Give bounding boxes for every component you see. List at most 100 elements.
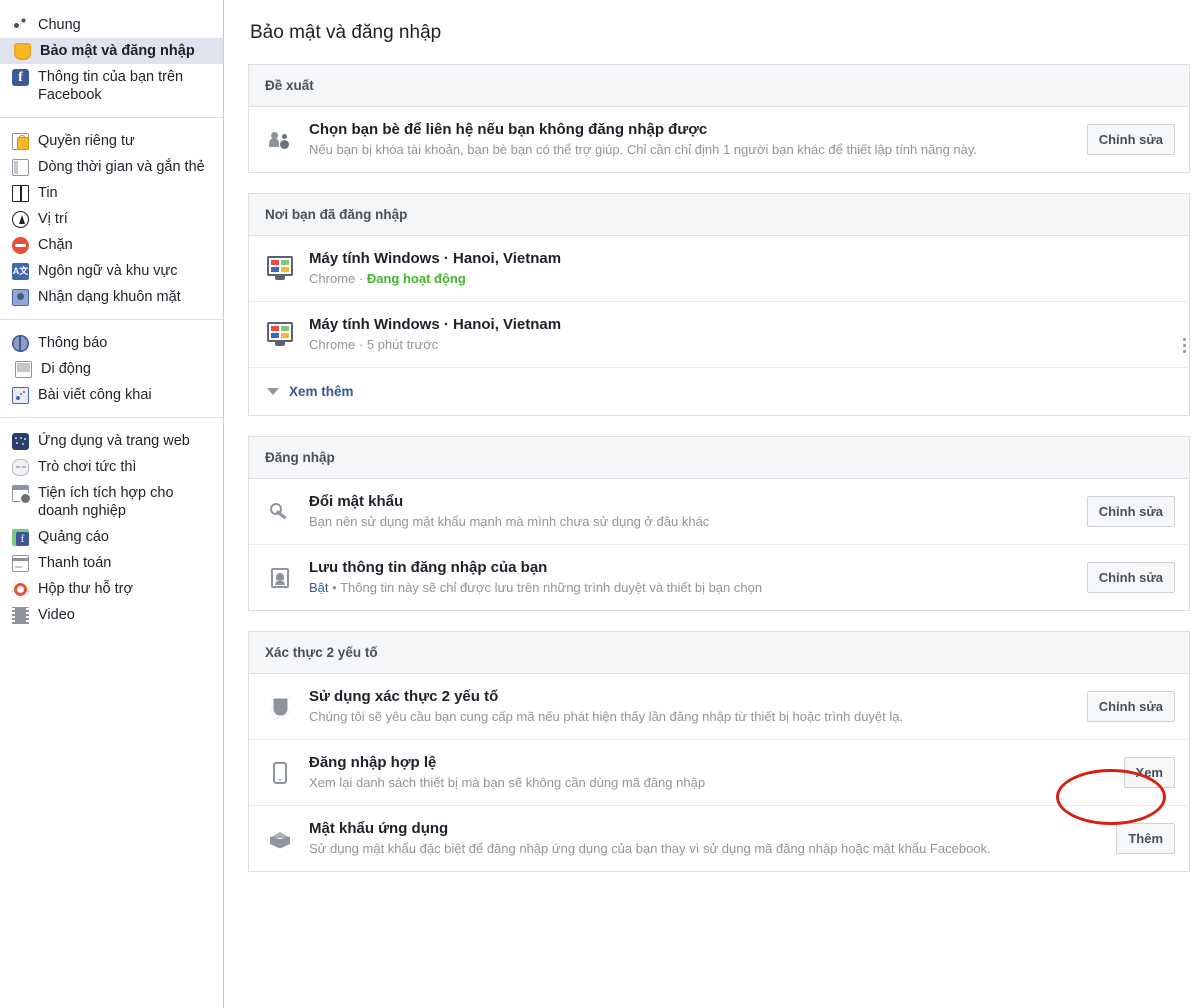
sidebar-group-apps: Ứng dụng và trang web Trò chơi tức thì T… bbox=[0, 417, 223, 637]
sidebar-item-label: Video bbox=[38, 607, 75, 623]
sidebar-item-quyen-rieng-tu[interactable]: Quyền riêng tư bbox=[0, 128, 223, 154]
card-header: Xác thực 2 yếu tố bbox=[249, 632, 1189, 674]
sidebar-item-tro-choi-tuc-thi[interactable]: Trò chơi tức thì bbox=[0, 454, 223, 480]
payment-icon bbox=[12, 555, 29, 572]
row-save-login-info: Lưu thông tin đăng nhập của bạn Bật • Th… bbox=[249, 544, 1189, 610]
row-description: Xem lại danh sách thiết bị mà bạn sẽ khô… bbox=[309, 775, 706, 790]
sidebar-item-video[interactable]: Video bbox=[0, 602, 223, 628]
sidebar-item-label: Tiện ích tích hợp cho doanh nghiệp bbox=[38, 485, 174, 519]
mobile-icon bbox=[15, 361, 32, 378]
row-action: Chỉnh sửa bbox=[1086, 562, 1175, 593]
sidebar-item-chung[interactable]: Chung bbox=[0, 12, 223, 38]
session-status: Đang hoạt động bbox=[366, 271, 466, 286]
session-meta: Chrome · Đang hoạt động bbox=[309, 270, 1161, 287]
edit-two-factor-button[interactable]: Chỉnh sửa bbox=[1086, 691, 1175, 722]
sidebar-item-label: Bảo mật và đăng nhập bbox=[40, 43, 195, 59]
save-login-detail: • Thông tin này sẽ chỉ được lưu trên nhữ… bbox=[332, 580, 763, 595]
sidebar-item-thong-bao[interactable]: Thông báo bbox=[0, 330, 223, 356]
sidebar-group-notifications: Thông báo Di động Bài viết công khai bbox=[0, 319, 223, 417]
edit-trusted-contacts-button[interactable]: Chỉnh sửa bbox=[1086, 124, 1175, 155]
business-integration-icon bbox=[12, 485, 30, 503]
row-description: Nếu bạn bị khóa tài khoản, bạn bè bạn có… bbox=[309, 142, 978, 157]
facebook-icon bbox=[12, 69, 29, 86]
language-icon bbox=[12, 263, 29, 280]
sidebar-item-vi-tri[interactable]: Vị trí bbox=[0, 206, 223, 232]
row-use-two-factor: Sử dụng xác thực 2 yếu tố Chúng tôi sẽ y… bbox=[249, 674, 1189, 739]
row-content: Mật khẩu ứng dụng Sử dụng mật khẩu đặc b… bbox=[309, 820, 1102, 857]
session-separator: · bbox=[358, 337, 364, 352]
view-authorized-logins-button[interactable]: Xem bbox=[1123, 757, 1175, 788]
sidebar-item-label: Quảng cáo bbox=[38, 529, 109, 545]
rss-icon bbox=[12, 387, 29, 404]
see-more-sessions-link[interactable]: Xem thêm bbox=[249, 367, 1189, 415]
sidebar-item-label: Trò chơi tức thì bbox=[38, 459, 137, 475]
sidebar-item-label: Di động bbox=[41, 361, 91, 377]
sidebar-item-chan[interactable]: Chặn bbox=[0, 232, 223, 258]
row-session-1: Máy tính Windows · Hanoi, Vietnam Chrome… bbox=[249, 236, 1189, 301]
lock-icon bbox=[12, 133, 29, 150]
key-icon bbox=[270, 502, 290, 522]
row-title: Lưu thông tin đăng nhập của bạn bbox=[309, 559, 548, 576]
location-icon bbox=[12, 211, 29, 228]
row-content: Đăng nhập hợp lệ Xem lại danh sách thiết… bbox=[309, 754, 1110, 791]
book-icon bbox=[12, 185, 29, 202]
shield-yellow-icon bbox=[14, 43, 31, 60]
save-login-state: Bật bbox=[309, 580, 329, 595]
edit-password-button[interactable]: Chỉnh sửa bbox=[1086, 496, 1175, 527]
sidebar-item-label: Nhận dạng khuôn mặt bbox=[38, 289, 181, 305]
sidebar-item-label: Ngôn ngữ và khu vực bbox=[38, 263, 178, 279]
sidebar-item-ngon-ngu[interactable]: Ngôn ngữ và khu vực bbox=[0, 258, 223, 284]
row-content: Đổi mật khẩu Bạn nên sử dụng mật khẩu mạ… bbox=[309, 493, 1073, 530]
sidebar-item-dong-thoi-gian[interactable]: Dòng thời gian và gắn thẻ bbox=[0, 154, 223, 180]
row-title: Đổi mật khẩu bbox=[309, 493, 404, 510]
ads-icon bbox=[12, 529, 29, 546]
lifebuoy-icon bbox=[12, 581, 29, 598]
windows-computer-icon bbox=[266, 255, 294, 282]
row-description: Bạn nên sử dụng mật khẩu mạnh mà mình ch… bbox=[309, 514, 710, 529]
session-device-title: Máy tính Windows · Hanoi, Vietnam bbox=[309, 316, 562, 333]
cube-icon bbox=[270, 828, 290, 850]
edit-save-login-button[interactable]: Chỉnh sửa bbox=[1086, 562, 1175, 593]
row-action: Chỉnh sửa bbox=[1086, 496, 1175, 527]
sidebar-item-di-dong[interactable]: Di động bbox=[0, 356, 223, 382]
friends-icon bbox=[269, 132, 291, 147]
sidebar-item-thong-tin-facebook[interactable]: Thông tin của bạn trên Facebook bbox=[0, 64, 223, 108]
sidebar-item-hop-thu-ho-tro[interactable]: Hộp thư hỗ trợ bbox=[0, 576, 223, 602]
card-two-factor: Xác thực 2 yếu tố Sử dụng xác thực 2 yếu… bbox=[248, 631, 1190, 872]
row-change-password: Đổi mật khẩu Bạn nên sử dụng mật khẩu mạ… bbox=[249, 479, 1189, 544]
block-icon bbox=[12, 237, 29, 254]
sidebar-item-quang-cao[interactable]: Quảng cáo bbox=[0, 524, 223, 550]
sidebar-group-account: Chung Bảo mật và đăng nhập Thông tin của… bbox=[0, 12, 223, 117]
sidebar-item-ung-dung-trang-web[interactable]: Ứng dụng và trang web bbox=[0, 428, 223, 454]
row-session-2: Máy tính Windows · Hanoi, Vietnam Chrome… bbox=[249, 301, 1189, 367]
row-title: Chọn bạn bè để liên hệ nếu bạn không đăn… bbox=[309, 121, 708, 138]
sidebar-item-label: Chặn bbox=[38, 237, 73, 253]
sidebar-item-tien-ich-tich-hop[interactable]: Tiện ích tích hợp cho doanh nghiệp bbox=[0, 480, 223, 524]
row-icon bbox=[265, 695, 295, 718]
face-recognition-icon bbox=[12, 289, 29, 306]
gamepad-icon bbox=[12, 459, 29, 476]
row-icon bbox=[265, 502, 295, 522]
row-description: Sử dụng mật khẩu đặc biệt để đăng nhập ứ… bbox=[309, 841, 991, 856]
row-description: Bật • Thông tin này sẽ chỉ được lưu trên… bbox=[309, 579, 1073, 596]
sidebar-item-nhan-dang-khuon-mat[interactable]: Nhận dạng khuôn mặt bbox=[0, 284, 223, 310]
row-trusted-contacts: Chọn bạn bè để liên hệ nếu bạn không đăn… bbox=[249, 107, 1189, 172]
sidebar-item-bai-viet-cong-khai[interactable]: Bài viết công khai bbox=[0, 382, 223, 408]
gears-icon bbox=[12, 17, 29, 34]
sidebar-item-bao-mat-va-dang-nhap[interactable]: Bảo mật và đăng nhập bbox=[0, 38, 223, 64]
sidebar-item-tin[interactable]: Tin bbox=[0, 180, 223, 206]
phone-icon bbox=[273, 761, 287, 784]
row-action: Thêm bbox=[1116, 823, 1175, 854]
row-content: Máy tính Windows · Hanoi, Vietnam Chrome… bbox=[309, 250, 1161, 287]
row-icon bbox=[265, 761, 295, 784]
row-content: Sử dụng xác thực 2 yếu tố Chúng tôi sẽ y… bbox=[309, 688, 1073, 725]
row-content: Lưu thông tin đăng nhập của bạn Bật • Th… bbox=[309, 559, 1073, 596]
sidebar-item-label: Bài viết công khai bbox=[38, 387, 152, 403]
add-app-password-button[interactable]: Thêm bbox=[1116, 823, 1175, 854]
sidebar-item-label: Hộp thư hỗ trợ bbox=[38, 581, 133, 597]
sidebar-item-label: Quyền riêng tư bbox=[38, 133, 135, 149]
settings-main: Bảo mật và đăng nhập Đề xuất Chọn bạn bè… bbox=[224, 0, 1200, 1008]
row-icon bbox=[265, 321, 295, 348]
sidebar-item-thanh-toan[interactable]: Thanh toán bbox=[0, 550, 223, 576]
row-action: Chỉnh sửa bbox=[1086, 691, 1175, 722]
